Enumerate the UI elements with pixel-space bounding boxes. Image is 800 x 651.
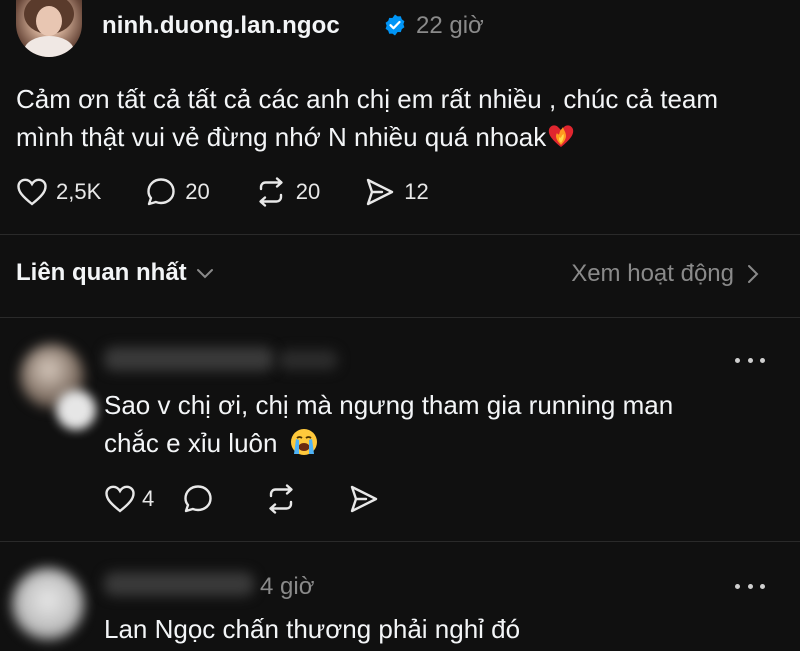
repost-icon	[259, 177, 283, 207]
sort-label: Liên quan nhất	[16, 259, 187, 286]
post-actions: 2,5K 20 20 12	[16, 174, 473, 210]
comment-count: 20	[185, 179, 210, 204]
repost-count: 20	[295, 179, 321, 204]
follow-badge-icon[interactable]	[56, 390, 96, 430]
heart-icon	[105, 485, 135, 513]
comment-time: 4 giờ	[260, 573, 315, 600]
comment-repost-button[interactable]	[264, 483, 304, 515]
comment-time-blurred	[278, 350, 338, 370]
share-button[interactable]: 12	[364, 176, 429, 208]
sort-dropdown[interactable]: Liên quan nhất	[16, 259, 215, 287]
like-count: 2,5K	[56, 179, 102, 204]
comment-text: Lan Ngọc chấn thương phải nghỉ đó	[104, 614, 521, 644]
comment-actions: 4	[104, 483, 430, 515]
divider	[0, 317, 800, 318]
comment-text: Sao v chị ơi, chị mà ngưng tham gia runn…	[104, 386, 764, 462]
like-button[interactable]: 2,5K	[16, 177, 101, 207]
heart-icon	[17, 178, 47, 206]
repost-icon	[269, 484, 293, 514]
author-username[interactable]: ninh.duong.lan.ngoc	[102, 12, 340, 40]
comment-text-line: chắc e xỉu luôn	[104, 424, 764, 462]
view-activity-label: Xem hoạt động	[571, 260, 734, 287]
verified-badge-icon	[385, 14, 405, 36]
comment-like-button[interactable]: 4	[104, 484, 154, 514]
comment-avatar[interactable]	[12, 568, 84, 640]
comment-icon	[184, 485, 212, 513]
author-avatar[interactable]	[16, 0, 82, 57]
loudly-crying-face-icon	[290, 429, 317, 455]
share-count: 12	[404, 179, 429, 204]
divider	[0, 234, 800, 235]
comment-button[interactable]: 20	[145, 176, 210, 208]
comment-text-line: Sao v chị ơi, chị mà ngưng tham gia runn…	[104, 390, 674, 420]
comment-share-button[interactable]	[348, 483, 386, 515]
comment-username-blurred[interactable]	[104, 572, 254, 596]
view-activity-link[interactable]: Xem hoạt động	[571, 260, 760, 288]
more-options-icon[interactable]	[735, 356, 765, 364]
comment-like-count: 4	[142, 486, 155, 511]
send-icon	[367, 178, 394, 206]
more-options-icon[interactable]	[735, 582, 765, 590]
comment-text-line2: chắc e xỉu luôn	[104, 428, 278, 458]
comment-username-blurred[interactable]	[104, 347, 274, 371]
repost-button[interactable]: 20	[254, 176, 320, 208]
send-icon	[351, 485, 378, 513]
chevron-right-icon	[748, 265, 759, 283]
heart-on-fire-icon	[546, 120, 576, 160]
post-time: 22 giờ	[416, 12, 484, 39]
comment-reply-button[interactable]	[182, 483, 220, 515]
post-text: Cảm ơn tất cả tất cả các anh chị em rất …	[16, 80, 776, 160]
chevron-down-icon	[196, 269, 213, 279]
post-text-content: Cảm ơn tất cả tất cả các anh chị em rất …	[16, 84, 719, 152]
comment-icon	[147, 178, 175, 206]
divider	[0, 541, 800, 542]
